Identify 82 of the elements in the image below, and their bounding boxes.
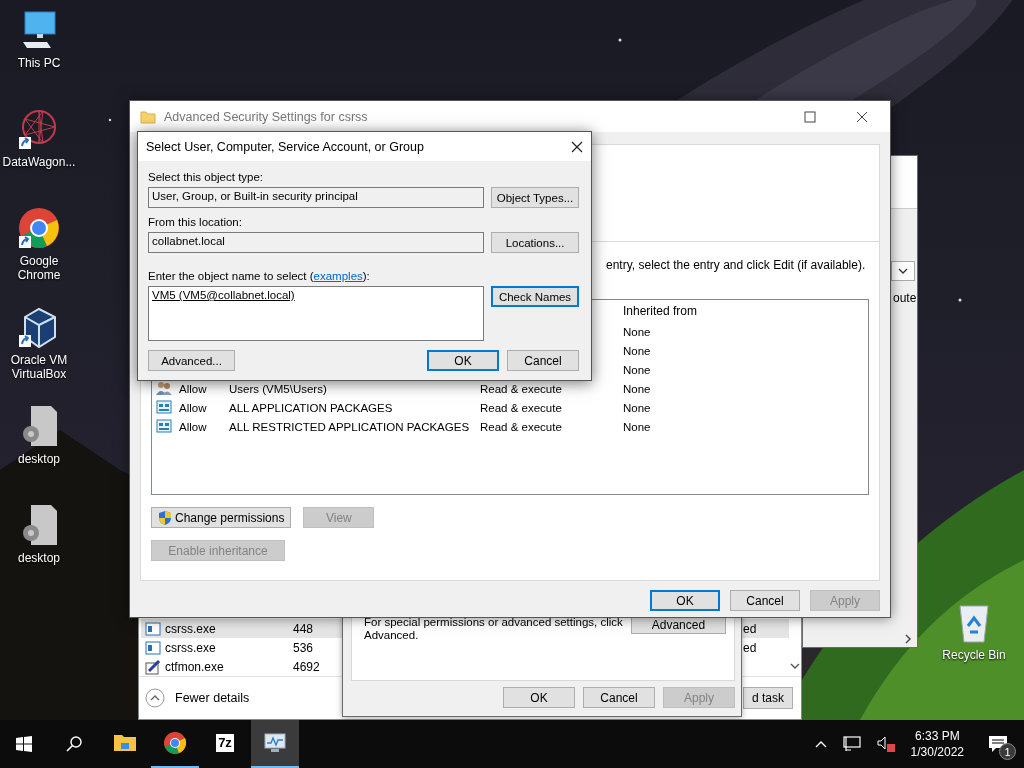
clock-date[interactable]: 1/30/2022 bbox=[910, 744, 964, 760]
caret-icon bbox=[898, 267, 908, 275]
network-icon[interactable] bbox=[842, 736, 861, 752]
object-type-label: Select this object type: bbox=[148, 170, 265, 184]
dropdown[interactable] bbox=[891, 261, 915, 281]
dialog-button[interactable]: OK bbox=[650, 590, 720, 611]
process-id: 448 bbox=[293, 621, 315, 636]
location-label: From this location: bbox=[148, 215, 243, 229]
collapse-icon[interactable] bbox=[145, 688, 165, 708]
monitor-taskbar-icon[interactable] bbox=[251, 720, 299, 768]
desktop-icon-label[interactable]: desktop bbox=[1, 551, 77, 565]
search-icon[interactable] bbox=[66, 736, 82, 752]
process-id: 4692 bbox=[293, 659, 321, 674]
maximize-icon[interactable] bbox=[804, 110, 816, 123]
dialog-button[interactable]: Cancel bbox=[730, 590, 800, 611]
package-icon bbox=[156, 399, 172, 415]
principal-name: Users (VM5\Users) bbox=[229, 382, 327, 395]
pen-icon bbox=[145, 658, 161, 675]
process-id: 536 bbox=[293, 640, 315, 655]
fewer-details-link[interactable]: Fewer details bbox=[175, 691, 250, 705]
object-name-label: Enter the object name to select (examples): bbox=[148, 269, 371, 283]
end-task-button[interactable]: d task bbox=[743, 687, 793, 709]
advanced-button[interactable]: Advanced... bbox=[148, 350, 235, 371]
process-name: csrss.exe bbox=[165, 621, 217, 636]
dialog-button[interactable]: Cancel bbox=[583, 687, 655, 708]
dialog-button[interactable]: OK bbox=[427, 350, 499, 371]
muted-speaker-icon[interactable] bbox=[876, 736, 895, 752]
folder-icon bbox=[140, 108, 156, 125]
shield-icon bbox=[158, 509, 172, 526]
scroll-right-icon[interactable] bbox=[904, 634, 912, 644]
instruction-text: entry, select the entry and click Edit (if available). bbox=[606, 258, 867, 272]
column-header: oute bbox=[893, 291, 917, 305]
window-app-icon bbox=[145, 639, 161, 656]
examples-link[interactable]: examples bbox=[313, 270, 363, 282]
dialog-button[interactable]: OK bbox=[503, 687, 575, 708]
object-name-field[interactable]: VM5 (VM5@collabnet.local) bbox=[148, 286, 484, 341]
check-names-button[interactable]: Check Names bbox=[491, 286, 579, 307]
desktop-icon-label[interactable]: Recycle Bin bbox=[936, 648, 1012, 662]
permission-type: Allow bbox=[179, 420, 207, 433]
access-level: Read & execute bbox=[480, 382, 562, 395]
window-app-icon bbox=[145, 620, 161, 637]
package-icon bbox=[156, 418, 172, 434]
scroll-down-icon[interactable] bbox=[790, 662, 800, 670]
object-type-field[interactable]: User, Group, or Built-in security principal bbox=[148, 187, 484, 208]
access-level: Read & execute bbox=[480, 401, 562, 414]
inherited-from: None bbox=[623, 420, 651, 433]
chrome-icon[interactable] bbox=[17, 206, 61, 250]
dialog-button[interactable]: Cancel bbox=[507, 350, 579, 371]
inherited-from: None bbox=[623, 401, 651, 414]
close-icon[interactable] bbox=[571, 140, 583, 153]
close-icon[interactable] bbox=[856, 110, 868, 123]
location-field[interactable]: collabnet.local bbox=[148, 232, 485, 253]
process-name: csrss.exe bbox=[165, 640, 217, 655]
process-status: ed bbox=[743, 640, 757, 655]
desktop-icon-label[interactable]: Google Chrome bbox=[1, 254, 77, 282]
inherited-from: None bbox=[623, 325, 651, 338]
permission-type: Allow bbox=[179, 382, 207, 395]
process-name: ctfmon.exe bbox=[165, 659, 225, 674]
inherited-from: None bbox=[623, 382, 651, 395]
desktop-icon-label[interactable]: desktop bbox=[1, 452, 77, 466]
desktop-icon-label[interactable]: This PC bbox=[1, 56, 77, 70]
object-types-button[interactable]: Object Types... bbox=[491, 187, 579, 208]
dialog-title: Select User, Computer, Service Account, or Group bbox=[146, 139, 425, 154]
window-title: Advanced Security Settings for csrss bbox=[164, 109, 368, 124]
windows-start-icon[interactable] bbox=[16, 736, 32, 752]
principal-name: ALL RESTRICTED APPLICATION PACKAGES bbox=[229, 420, 470, 433]
desktop-icon-label[interactable]: DataWagon... bbox=[1, 155, 77, 169]
clock-time[interactable]: 6:33 PM bbox=[914, 728, 960, 744]
chevron-up-icon[interactable] bbox=[814, 740, 827, 748]
process-status: ed bbox=[743, 621, 757, 636]
advanced-note: For special permissions or advanced settings, click Advanced. bbox=[364, 616, 624, 642]
users-icon bbox=[156, 380, 172, 396]
notification-count: 1 bbox=[999, 743, 1016, 760]
inherited-from: None bbox=[623, 344, 651, 357]
permission-type: Allow bbox=[179, 401, 207, 414]
desktop-icon-label[interactable]: Oracle VM VirtualBox bbox=[1, 353, 77, 381]
access-level: Read & execute bbox=[480, 420, 562, 433]
change-permissions-button[interactable]: Change permissions bbox=[151, 507, 292, 528]
principal-name: ALL APPLICATION PACKAGES bbox=[229, 401, 393, 414]
column-header[interactable]: Inherited from bbox=[623, 304, 698, 318]
locations-button[interactable]: Locations... bbox=[491, 232, 579, 253]
inherited-from: None bbox=[623, 363, 651, 376]
